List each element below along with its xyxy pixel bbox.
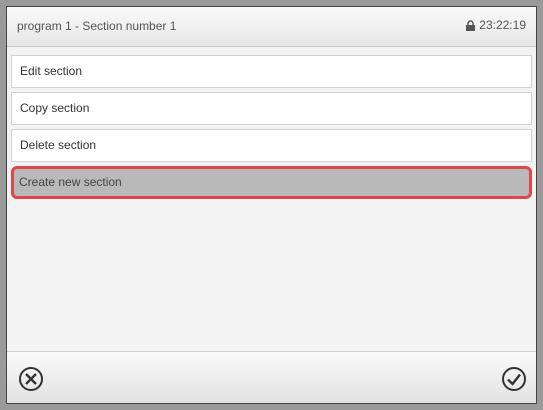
lock-icon [465, 19, 476, 31]
check-circle-icon [500, 365, 528, 393]
header-bar: program 1 - Section number 1 23:22:19 [7, 7, 536, 47]
cancel-button[interactable] [17, 365, 45, 393]
menu-item-edit-section[interactable]: Edit section [11, 55, 532, 88]
menu-item-delete-section[interactable]: Delete section [11, 129, 532, 162]
confirm-button[interactable] [500, 365, 528, 393]
status-area: 23:22:19 [465, 18, 526, 32]
clock-time: 23:22:19 [479, 18, 526, 32]
footer-bar [7, 351, 536, 403]
close-circle-icon [17, 365, 45, 393]
section-menu: Edit section Copy section Delete section… [11, 55, 532, 203]
menu-item-create-new-section[interactable]: Create new section [11, 166, 532, 199]
page-title: program 1 - Section number 1 [17, 19, 177, 33]
controller-screen: program 1 - Section number 1 23:22:19 Ed… [6, 6, 537, 404]
menu-item-copy-section[interactable]: Copy section [11, 92, 532, 125]
